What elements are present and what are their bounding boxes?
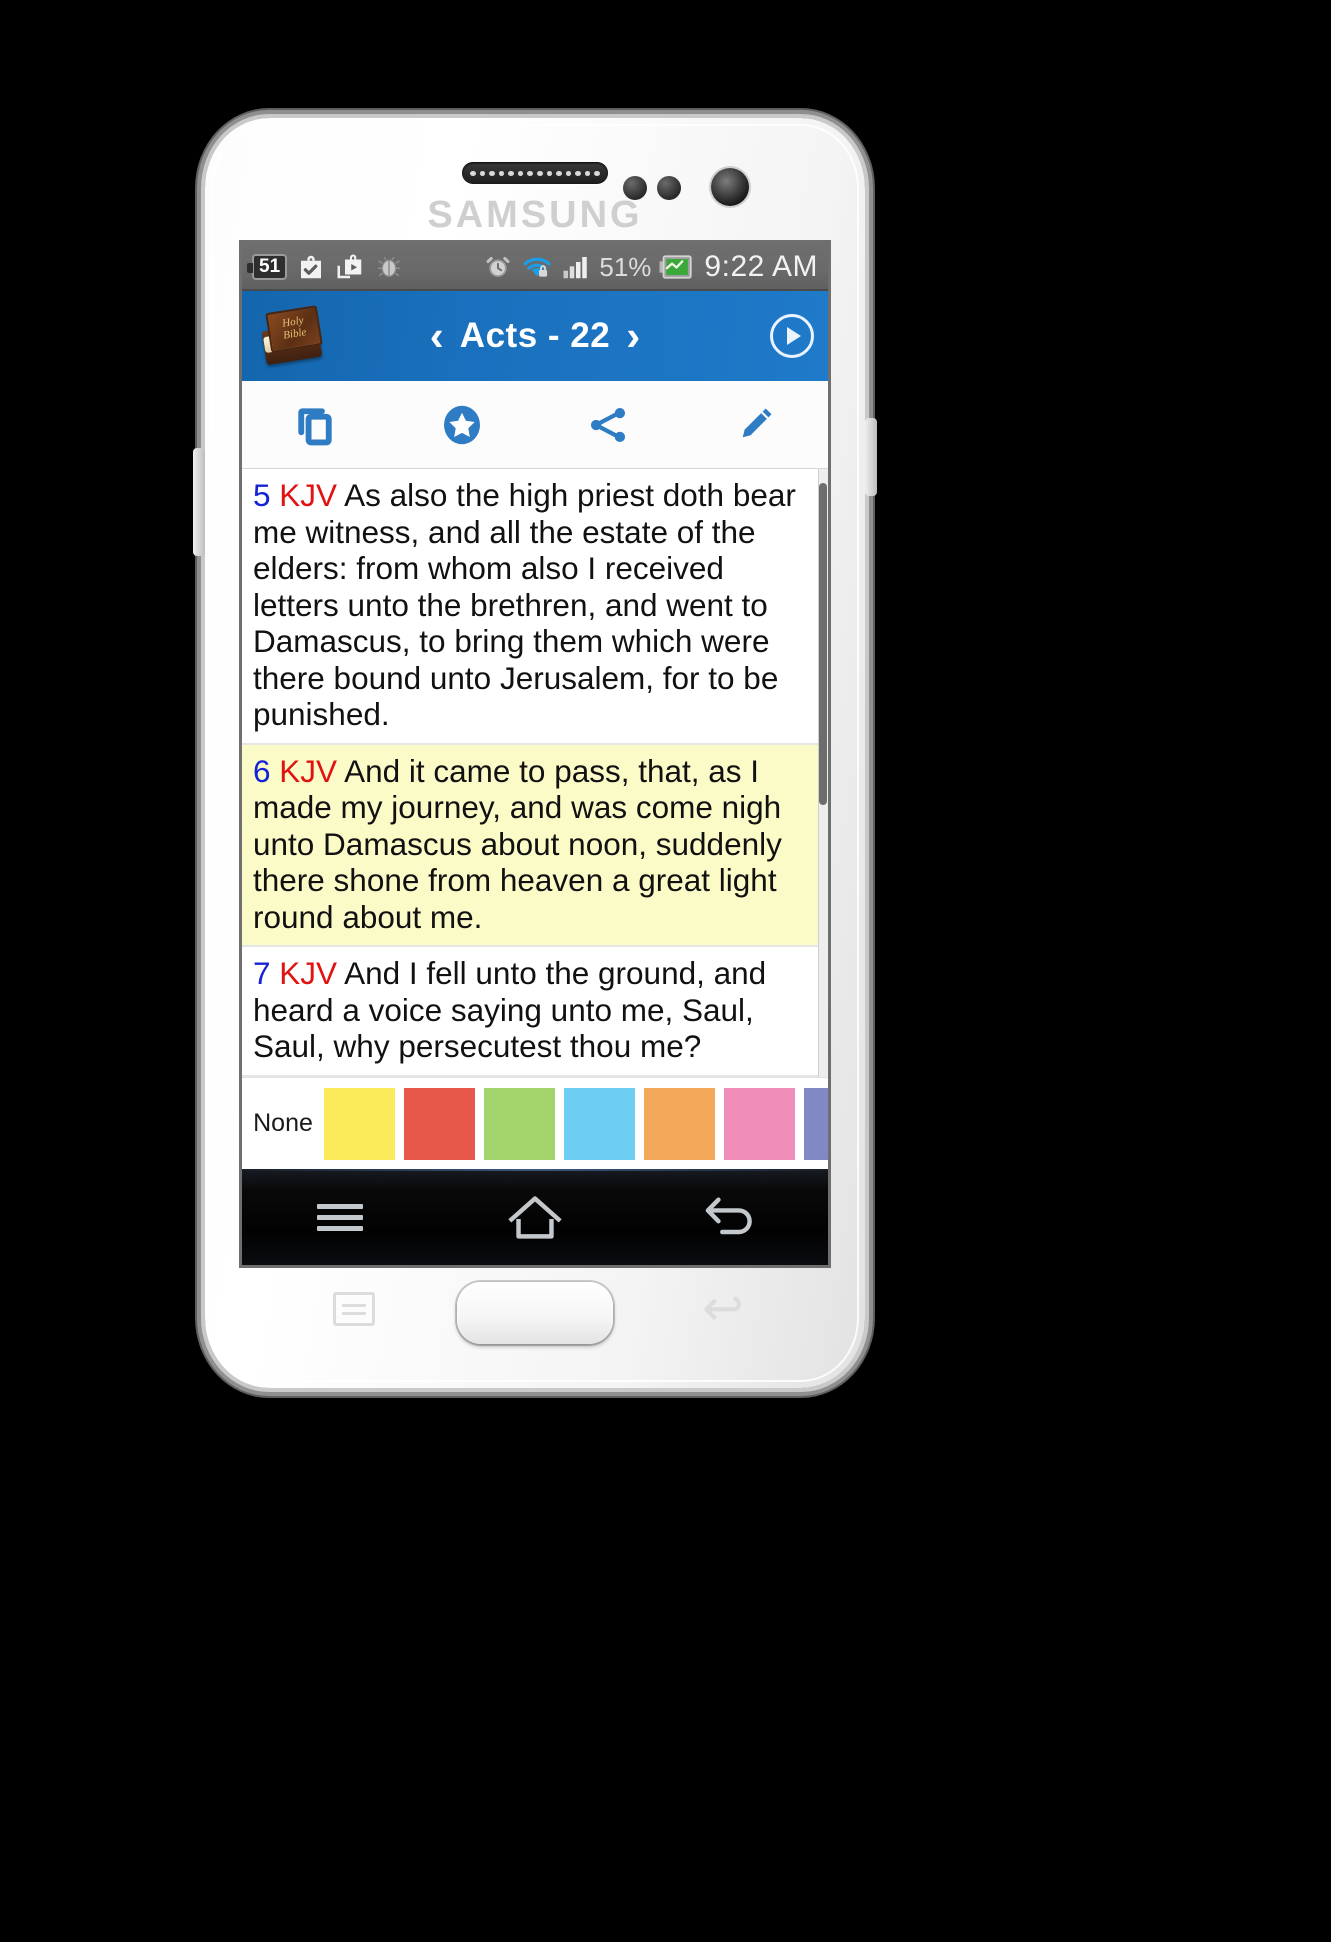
holy-bible-icon[interactable]: Holy Bible — [260, 305, 328, 367]
share-button[interactable] — [535, 381, 682, 468]
edit-note-icon — [742, 408, 772, 437]
status-bar-right-icons: 51% 9:22 AM — [483, 250, 818, 284]
battery-percentage: 51% — [599, 251, 652, 282]
verse-list[interactable]: 5 KJV As also the high priest doth bear … — [242, 469, 828, 1169]
back-arrow-icon — [705, 1197, 753, 1235]
battery-icon — [659, 254, 693, 280]
bookmark-star-icon — [443, 405, 480, 444]
highlight-purple-swatch[interactable] — [804, 1087, 828, 1160]
highlight-pink-swatch[interactable] — [724, 1087, 795, 1160]
debug-bug-icon — [374, 252, 404, 282]
copy-button[interactable] — [242, 381, 389, 468]
capacitive-menu-key[interactable] — [333, 1292, 375, 1326]
earpiece-grille — [462, 162, 608, 184]
highlight-none-option[interactable]: None — [242, 1109, 324, 1138]
previous-chapter-button[interactable]: ‹ — [430, 315, 444, 357]
status-bar-clock: 9:22 AM — [704, 250, 818, 283]
share-icon — [591, 407, 626, 442]
verse-number: 7 — [253, 955, 271, 992]
alarm-clock-icon — [483, 252, 513, 282]
next-chapter-button[interactable]: › — [626, 315, 640, 357]
chapter-navigation: ‹ Acts - 22 › — [242, 315, 828, 357]
highlight-color-picker: None — [242, 1077, 828, 1169]
phone-device: SAMSUNG 51 51% 9:22 AM Holy Bible ‹ Acts… — [193, 118, 877, 1388]
copy-icon — [298, 407, 332, 445]
wifi-secured-icon — [521, 252, 553, 282]
phone-screen: 51 51% 9:22 AM Holy Bible ‹ Acts - 22 › … — [242, 243, 828, 1265]
verse-list-scrollbar[interactable] — [818, 469, 828, 1169]
power-button[interactable] — [865, 418, 877, 496]
scrollbar-thumb[interactable] — [819, 483, 827, 805]
capacitive-back-key[interactable]: ↩ — [699, 1283, 747, 1333]
android-home-key[interactable] — [437, 1191, 632, 1243]
highlight-red-swatch[interactable] — [404, 1087, 475, 1160]
verse-row[interactable]: 7 KJV And I fell unto the ground, and he… — [242, 947, 828, 1077]
hardware-home-button[interactable] — [457, 1282, 613, 1344]
note-button[interactable] — [682, 381, 829, 468]
verse-number: 6 — [253, 752, 271, 789]
menu-icon — [316, 1198, 363, 1237]
verse-row[interactable]: 6 KJV And it came to pass, that, as I ma… — [242, 744, 828, 948]
highlight-blue-swatch[interactable] — [564, 1087, 635, 1160]
highlight-green-swatch[interactable] — [484, 1087, 555, 1160]
home-icon — [508, 1196, 562, 1239]
android-back-key[interactable] — [633, 1192, 828, 1242]
android-menu-key[interactable] — [242, 1198, 437, 1237]
bible-icon-line2: Bible — [282, 326, 308, 342]
android-status-bar: 51 51% 9:22 AM — [242, 243, 828, 291]
verse-action-toolbar — [242, 381, 828, 469]
task-complete-icon — [296, 252, 326, 282]
verse-translation: KJV — [279, 955, 338, 992]
page-title[interactable]: Acts - 22 — [460, 316, 610, 356]
verse-translation: KJV — [279, 752, 338, 789]
verse-translation: KJV — [279, 477, 338, 513]
volume-button[interactable] — [193, 448, 205, 556]
bookmark-button[interactable] — [389, 381, 536, 468]
highlight-yellow-swatch[interactable] — [324, 1087, 395, 1160]
verse-row[interactable]: 5 KJV As also the high priest doth bear … — [242, 469, 828, 745]
verse-text: As also the high priest doth bear me wit… — [253, 477, 796, 733]
app-title-bar: Holy Bible ‹ Acts - 22 › — [242, 291, 828, 381]
play-audio-icon[interactable] — [770, 314, 814, 358]
highlight-orange-swatch[interactable] — [644, 1087, 715, 1160]
cell-signal-icon — [561, 253, 591, 281]
verse-number: 5 — [253, 477, 271, 513]
android-navigation-bar — [242, 1169, 828, 1265]
brand-logo: SAMSUNG — [427, 194, 643, 236]
notification-count-badge: 51 — [246, 253, 288, 281]
play-store-icon — [335, 252, 365, 282]
status-bar-left-icons: 51 — [246, 252, 404, 282]
